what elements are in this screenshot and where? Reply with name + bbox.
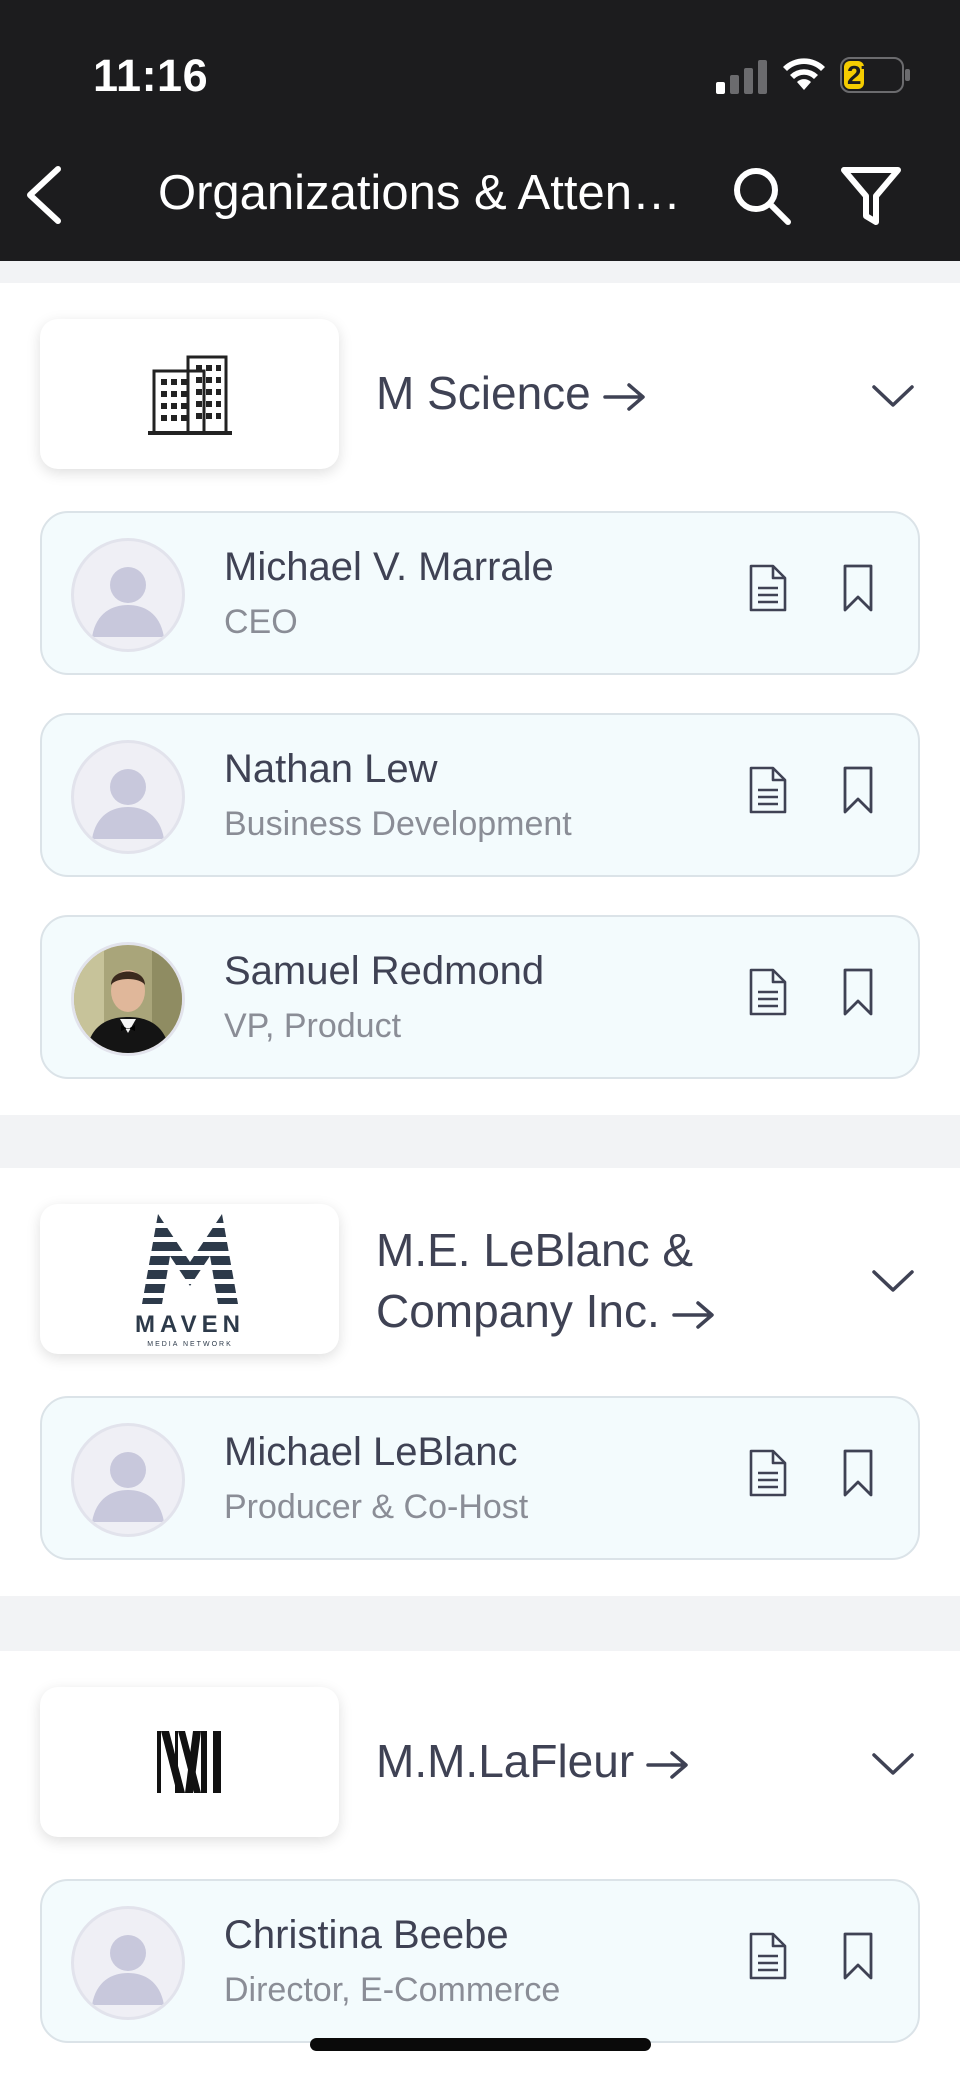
chevron-down-icon[interactable]	[870, 381, 916, 411]
battery-percent: 27	[847, 60, 875, 90]
filter-icon[interactable]	[840, 164, 902, 228]
attendee-title: VP, Product	[224, 1007, 402, 1045]
attendee-name: Nathan Lew	[224, 747, 438, 791]
bookmark-icon[interactable]	[842, 1931, 874, 1981]
bookmark-icon[interactable]	[842, 563, 874, 613]
attendee-title: CEO	[224, 603, 298, 641]
attendee-card[interactable]: Michael V. Marrale CEO	[40, 511, 920, 675]
user-silhouette-icon	[92, 1935, 164, 2005]
bookmark-icon[interactable]	[842, 967, 874, 1017]
user-silhouette-icon	[92, 567, 164, 637]
back-icon[interactable]	[22, 163, 66, 227]
organization-name-link[interactable]: M.E. LeBlanc & Company Inc.	[376, 1220, 846, 1342]
attendee-name: Michael V. Marrale	[224, 545, 554, 589]
avatar-placeholder	[74, 541, 182, 649]
home-indicator	[310, 2038, 651, 2051]
user-silhouette-icon	[92, 769, 164, 839]
avatar-photo	[74, 945, 182, 1053]
attendee-card[interactable]: Michael LeBlanc Producer & Co-Host	[40, 1396, 920, 1560]
attendee-name: Christina Beebe	[224, 1913, 509, 1957]
bookmark-icon[interactable]	[842, 1448, 874, 1498]
attendee-card[interactable]: Samuel Redmond VP, Product	[40, 915, 920, 1079]
bookmark-icon[interactable]	[842, 765, 874, 815]
maven-logo-subtext: MEDIA NETWORK	[147, 1341, 233, 1348]
attendee-title: Producer & Co-Host	[224, 1488, 529, 1526]
avatar-placeholder	[74, 1426, 182, 1534]
building-icon	[147, 355, 232, 435]
organization-section: MAVEN MEDIA NETWORK M.E. LeBlanc & Compa…	[0, 1168, 960, 1596]
avatar-placeholder	[74, 1909, 182, 2017]
user-silhouette-icon	[92, 1452, 164, 1522]
document-icon[interactable]	[748, 563, 788, 613]
organization-logo[interactable]	[40, 319, 339, 469]
organization-section: M.M.LaFleur Christina Beebe Director, E-…	[0, 1651, 960, 2079]
top-bar: 11:16 27 Organizations & Atten…	[0, 0, 960, 261]
attendee-title: Business Development	[224, 805, 572, 843]
attendee-card[interactable]: Nathan Lew Business Development	[40, 713, 920, 877]
attendee-name: Michael LeBlanc	[224, 1430, 518, 1474]
maven-logo-text: MAVEN	[135, 1311, 245, 1338]
cellular-signal-icon	[716, 60, 767, 94]
chevron-down-icon[interactable]	[870, 1749, 916, 1779]
document-icon[interactable]	[748, 967, 788, 1017]
document-icon[interactable]	[748, 1448, 788, 1498]
arrow-right-icon	[603, 383, 645, 411]
organization-section: M Science Michael V. Marrale CEO Nathan …	[0, 283, 960, 1115]
maven-logo: MAVEN MEDIA NETWORK	[135, 1214, 245, 1348]
mm-logo	[156, 1731, 221, 1793]
status-time: 11:16	[93, 50, 209, 101]
arrow-right-icon	[646, 1751, 688, 1779]
document-icon[interactable]	[748, 765, 788, 815]
wifi-icon	[783, 58, 825, 90]
organization-name: M.E. LeBlanc & Company Inc.	[376, 1224, 694, 1337]
organization-name-link[interactable]: M.M.LaFleur	[376, 1731, 846, 1792]
profile-photo	[74, 945, 182, 1053]
search-icon[interactable]	[730, 164, 794, 228]
organization-name-link[interactable]: M Science	[376, 363, 846, 424]
organization-logo[interactable]: MAVEN MEDIA NETWORK	[40, 1204, 339, 1354]
attendee-card[interactable]: Christina Beebe Director, E-Commerce	[40, 1879, 920, 2043]
organization-logo[interactable]	[40, 1687, 339, 1837]
chevron-down-icon[interactable]	[870, 1266, 916, 1296]
organization-name: M Science	[376, 367, 591, 419]
organization-name: M.M.LaFleur	[376, 1735, 635, 1787]
avatar-placeholder	[74, 743, 182, 851]
battery-indicator: 27	[840, 57, 912, 93]
page-title: Organizations & Atten…	[158, 166, 681, 220]
document-icon[interactable]	[748, 1931, 788, 1981]
arrow-right-icon	[672, 1301, 714, 1329]
attendee-title: Director, E-Commerce	[224, 1971, 561, 2009]
attendee-name: Samuel Redmond	[224, 949, 545, 993]
